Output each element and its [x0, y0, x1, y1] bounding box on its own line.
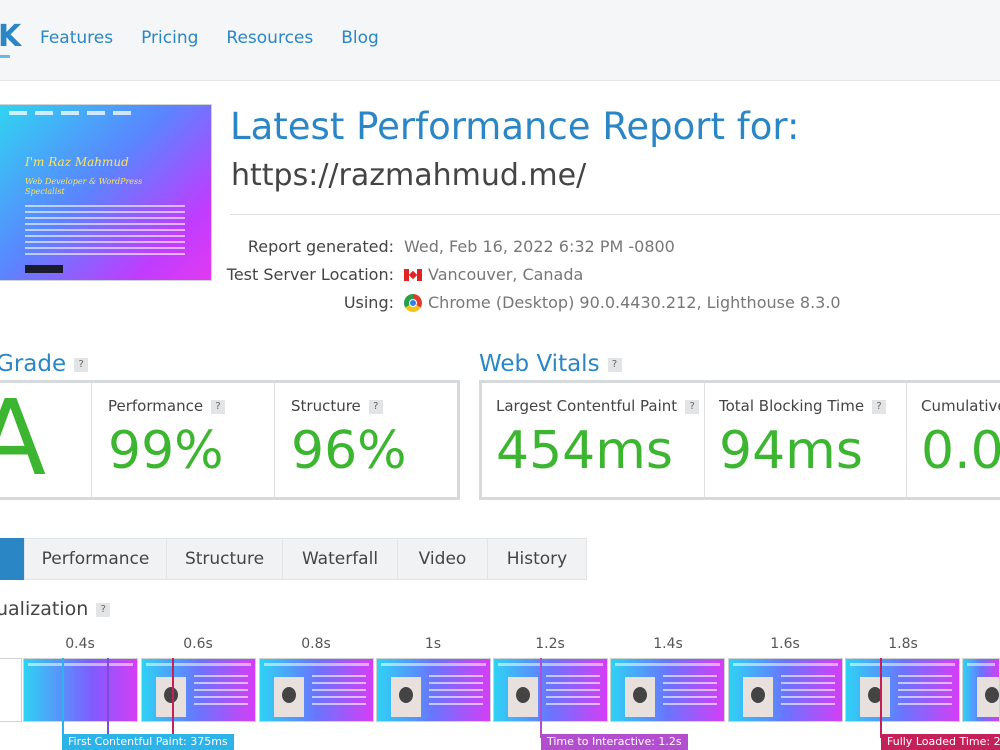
- time-tick: 0.6s: [183, 636, 213, 652]
- time-to-interactive-label: Time to Interactive: 1.2s: [541, 734, 688, 750]
- filmstrip-frame[interactable]: [728, 658, 843, 722]
- report-generated-label: Report generated:: [247, 237, 394, 256]
- first-contentful-paint-label: First Contentful Paint: 375ms: [62, 734, 234, 750]
- canada-flag-icon: [404, 268, 422, 281]
- marker-line: [172, 658, 174, 738]
- cls-metric: Cumulative 0.0: [907, 383, 1000, 497]
- grade-heading-label: Grade: [0, 351, 67, 377]
- nav-link-blog[interactable]: Blog: [341, 28, 379, 48]
- tab-performance[interactable]: Performance: [24, 538, 167, 580]
- tab-structure[interactable]: Structure: [166, 538, 283, 580]
- performance-help-icon[interactable]: ?: [211, 399, 226, 414]
- using-label: Using:: [343, 293, 394, 312]
- tab-summary[interactable]: [0, 538, 24, 580]
- tab-video[interactable]: Video: [397, 538, 488, 580]
- tbt-help-icon[interactable]: ?: [872, 399, 887, 414]
- filmstrip-frame[interactable]: [962, 658, 1000, 722]
- filmstrip-frame[interactable]: [141, 658, 256, 722]
- using-value: Chrome (Desktop) 90.0.4430.212, Lighthou…: [428, 293, 841, 312]
- performance-metric: Performance? 99%: [94, 383, 274, 497]
- test-server-location-label: Test Server Location:: [226, 265, 394, 284]
- grade-help-icon[interactable]: ?: [74, 357, 89, 372]
- performance-label: Performance: [108, 397, 204, 415]
- report-generated-value: Wed, Feb 16, 2022 6:32 PM -0800: [404, 237, 675, 256]
- grade-separator: [91, 383, 92, 497]
- filmstrip-frame[interactable]: [23, 658, 138, 722]
- filmstrip-frame[interactable]: [610, 658, 725, 722]
- structure-metric: Structure? 96%: [277, 383, 457, 497]
- filmstrip-frame[interactable]: [376, 658, 491, 722]
- tti-marker-line: [540, 658, 542, 738]
- lcp-metric: Largest Contentful Paint? 454ms: [482, 383, 704, 497]
- test-server-location-value: Vancouver, Canada: [428, 265, 584, 284]
- top-navigation-bar: K Features Pricing Resources Blog: [0, 0, 1000, 81]
- lcp-help-icon[interactable]: ?: [685, 399, 700, 414]
- fully-loaded-time-label: Fully Loaded Time: 2: [881, 734, 1000, 750]
- time-tick: 0.8s: [301, 636, 331, 652]
- speed-visualization-heading: ualization?: [0, 598, 111, 620]
- logo[interactable]: K: [0, 22, 21, 62]
- structure-value: 96%: [291, 421, 407, 481]
- thumbnail-subheading: Web Developer & WordPress Specialist: [25, 177, 143, 196]
- thumbnail-text-lines: [25, 205, 185, 259]
- marker-line: [107, 658, 109, 738]
- thumbnail-button: [25, 265, 63, 273]
- grade-panel: A Performance? 99% Structure? 96%: [0, 377, 460, 500]
- filmstrip-frame[interactable]: [845, 658, 960, 722]
- main-nav: Features Pricing Resources Blog: [40, 28, 379, 48]
- filmstrip-frame[interactable]: [493, 658, 608, 722]
- cls-label: Cumulative: [921, 397, 1000, 415]
- grade-letter: A: [0, 377, 47, 499]
- performance-separator: [274, 383, 275, 497]
- web-vitals-help-icon[interactable]: ?: [607, 357, 622, 372]
- thumbnail-heading: I'm Raz Mahmud: [25, 155, 129, 169]
- structure-help-icon[interactable]: ?: [368, 399, 383, 414]
- nav-link-features[interactable]: Features: [40, 28, 113, 48]
- tbt-label: Total Blocking Time: [719, 397, 865, 415]
- speed-visualization-label: ualization: [0, 598, 89, 620]
- web-vitals-heading: Web Vitals?: [479, 351, 622, 377]
- fcp-marker-line: [62, 658, 64, 738]
- time-tick: 1.4s: [653, 636, 683, 652]
- structure-label: Structure: [291, 397, 361, 415]
- fully-loaded-marker-line: [880, 658, 882, 738]
- page-screenshot-thumbnail[interactable]: I'm Raz Mahmud Web Developer & WordPress…: [0, 104, 212, 281]
- tbt-metric: Total Blocking Time? 94ms: [705, 383, 905, 497]
- report-title: Latest Performance Report for:: [230, 105, 800, 148]
- nav-link-resources[interactable]: Resources: [226, 28, 313, 48]
- tab-history[interactable]: History: [487, 538, 587, 580]
- thumbnail-nav: [9, 111, 201, 119]
- web-vitals-heading-label: Web Vitals: [479, 351, 600, 377]
- visualization-help-icon[interactable]: ?: [96, 602, 111, 617]
- nav-link-pricing[interactable]: Pricing: [141, 28, 198, 48]
- time-tick: 0.4s: [65, 636, 95, 652]
- filmstrip-frame[interactable]: [259, 658, 374, 722]
- chrome-icon: [404, 293, 422, 312]
- filmstrip-frame[interactable]: [0, 658, 22, 722]
- report-url[interactable]: https://razmahmud.me/: [231, 158, 586, 193]
- time-tick: 1.8s: [888, 636, 918, 652]
- cls-value: 0.0: [921, 421, 1000, 481]
- divider: [230, 214, 1000, 215]
- lcp-label: Largest Contentful Paint: [496, 397, 678, 415]
- performance-value: 99%: [108, 421, 224, 481]
- web-vitals-panel: Largest Contentful Paint? 454ms Total Bl…: [479, 380, 1000, 500]
- time-tick: 1.2s: [535, 636, 565, 652]
- lcp-value: 454ms: [496, 421, 673, 481]
- grade-heading: Grade?: [0, 351, 89, 377]
- tbt-value: 94ms: [719, 421, 863, 481]
- time-tick: 1.6s: [770, 636, 800, 652]
- time-tick: 1s: [424, 636, 442, 652]
- report-tabs: Performance Structure Waterfall Video Hi…: [0, 538, 1000, 580]
- tab-waterfall[interactable]: Waterfall: [282, 538, 398, 580]
